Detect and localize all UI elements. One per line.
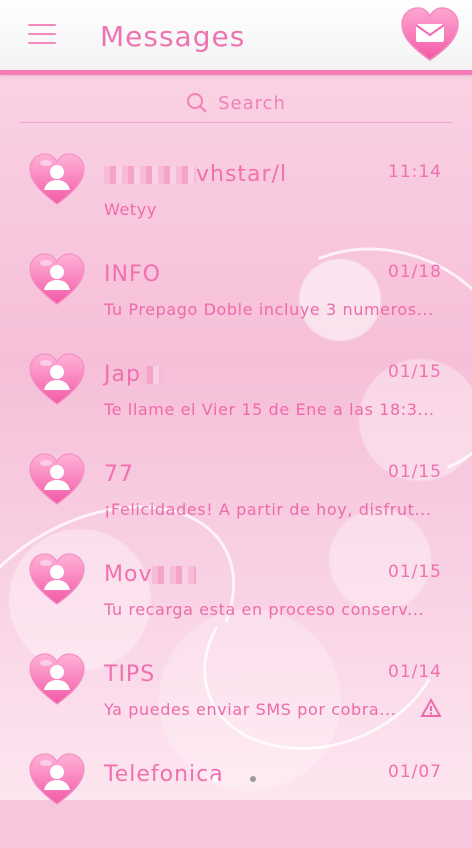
message-time: 01/07: [388, 762, 442, 782]
message-time: 01/15: [388, 462, 442, 482]
heart-envelope-icon[interactable]: [400, 6, 460, 64]
heart-avatar-icon: [29, 153, 85, 205]
heart-avatar-icon: [29, 753, 85, 805]
contact-name-text: Mov: [104, 562, 153, 587]
warning-icon: [420, 698, 442, 717]
contact-name: TIPS: [104, 662, 155, 687]
message-snippet: ¡Felicidades! A partir de hoy, disfrut..…: [104, 500, 432, 519]
search-bar[interactable]: Search: [20, 84, 452, 123]
contact-name-text: Telefonica: [104, 762, 224, 787]
message-snippet: Tu Prepago Doble incluye 3 numeros...: [104, 300, 434, 319]
conversation-row[interactable]: vhstar/l 11:14 Wetyy: [0, 148, 472, 248]
message-snippet: Te llame el Vier 15 de Ene a las 18:3...: [104, 400, 435, 419]
conversation-list: vhstar/l 11:14 Wetyy INFO 01/18 Tu Prepago D…: [0, 148, 472, 848]
conversation-row[interactable]: Mov 01/15 Tu recarga esta en proceso conse…: [0, 548, 472, 648]
contact-name-text: 77: [104, 462, 134, 487]
redacted-text: [104, 166, 196, 184]
page-dot: [212, 776, 218, 782]
contact-name-text: INFO: [104, 262, 161, 287]
message-snippet: Wetyy: [104, 200, 157, 219]
page-indicator: [212, 776, 256, 782]
message-snippet: Tu recarga esta en proceso conserv...: [104, 600, 425, 619]
contact-name: Telefonica: [104, 762, 224, 787]
message-time: 01/18: [388, 262, 442, 282]
conversation-row[interactable]: 77 01/15 ¡Felicidades! A partir de hoy, di…: [0, 448, 472, 548]
conversation-row[interactable]: TIPS 01/14 Ya puedes enviar SMS por cobra.…: [0, 648, 472, 748]
hamburger-menu-icon[interactable]: [28, 24, 56, 44]
heart-avatar-icon: [29, 353, 85, 405]
heart-avatar-icon: [29, 553, 85, 605]
message-time: 11:14: [388, 162, 442, 182]
contact-name-text: vhstar/l: [196, 162, 288, 187]
conversation-row[interactable]: Jap 01/15 Te llame el Vier 15 de Ene a las…: [0, 348, 472, 448]
contact-name-text: TIPS: [104, 662, 156, 687]
conversation-row[interactable]: Telefonica 01/07: [0, 748, 472, 848]
redacted-text: [152, 566, 197, 584]
page-title: Messages: [100, 20, 246, 53]
message-time: 01/15: [388, 362, 442, 382]
contact-name-text: Jap: [104, 362, 141, 387]
page-dot-active: [250, 776, 256, 782]
contact-name: Mov: [104, 562, 197, 587]
contact-name: 77: [104, 462, 134, 487]
contact-name: Jap: [104, 362, 163, 387]
message-time: 01/14: [388, 662, 442, 682]
contact-name: INFO: [104, 262, 161, 287]
redacted-text: [140, 366, 163, 384]
heart-avatar-icon: [29, 653, 85, 705]
conversation-row[interactable]: INFO 01/18 Tu Prepago Doble incluye 3 nume…: [0, 248, 472, 348]
contact-name: vhstar/l: [104, 162, 287, 187]
heart-avatar-icon: [29, 253, 85, 305]
app-header: Messages: [0, 0, 472, 75]
search-icon: [187, 93, 207, 113]
message-snippet: Ya puedes enviar SMS por cobra...: [104, 700, 397, 719]
search-label: Search: [218, 92, 286, 114]
heart-avatar-icon: [29, 453, 85, 505]
message-time: 01/15: [388, 562, 442, 582]
